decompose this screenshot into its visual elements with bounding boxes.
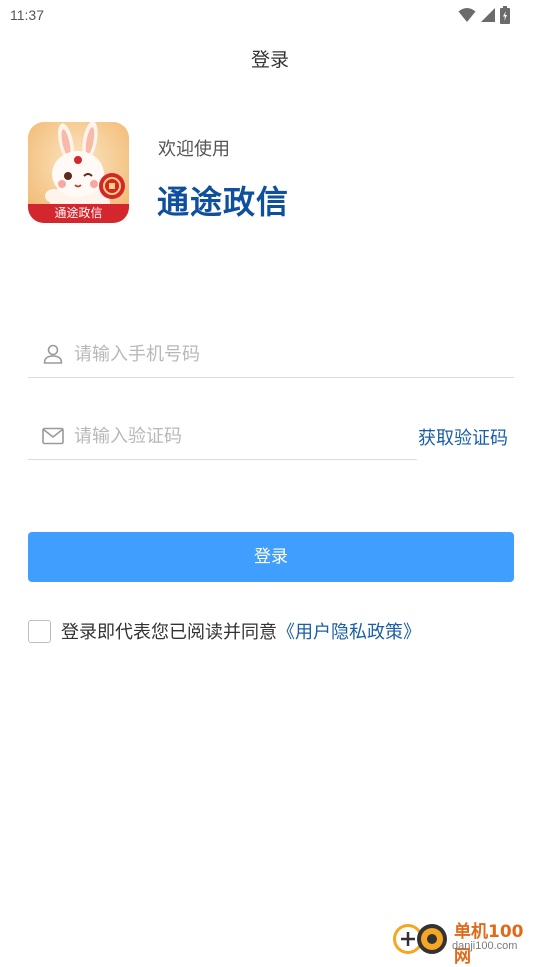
wifi-icon: [458, 7, 476, 27]
login-button[interactable]: 登录: [28, 532, 514, 582]
verification-code-input[interactable]: [74, 425, 394, 447]
battery-icon: [500, 6, 510, 28]
privacy-policy-link[interactable]: 《用户隐私政策》: [277, 618, 421, 644]
watermark-url: danji100.com: [452, 940, 518, 952]
watermark: 单机100网 danji100.com: [388, 915, 538, 967]
phone-input[interactable]: [74, 343, 394, 365]
logo-caption: 通途政信: [28, 204, 129, 223]
status-icons: [458, 6, 510, 28]
phone-field[interactable]: [28, 331, 514, 378]
page-title: 登录: [250, 49, 289, 71]
watermark-logo-icon: [393, 924, 447, 954]
verification-code-field[interactable]: [28, 413, 417, 460]
agreement-row: 登录即代表您已阅读并同意 《用户隐私政策》: [28, 618, 421, 644]
agreement-text: 登录即代表您已阅读并同意: [61, 622, 277, 643]
signal-icon: [480, 7, 496, 27]
agreement-checkbox[interactable]: [28, 619, 51, 643]
app-logo: 通途政信: [28, 122, 129, 223]
status-bar: 11:37: [0, 0, 540, 30]
app-name: 通途政信: [157, 183, 290, 221]
get-code-button[interactable]: 获取验证码: [418, 424, 508, 450]
user-icon: [42, 343, 70, 365]
welcome-text: 欢迎使用: [158, 139, 230, 160]
status-time: 11:37: [10, 7, 44, 23]
mail-icon: [42, 427, 70, 445]
